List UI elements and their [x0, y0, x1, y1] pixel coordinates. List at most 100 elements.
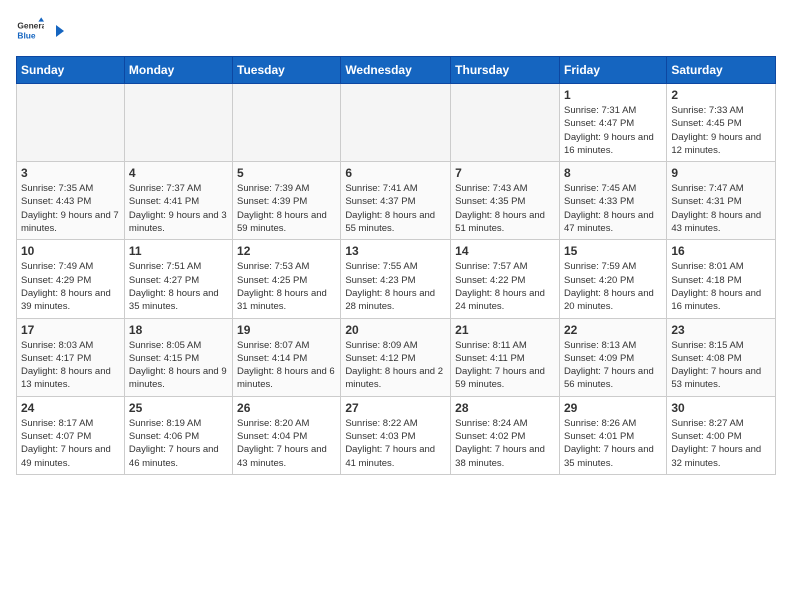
day-number: 19 — [237, 323, 336, 337]
day-number: 27 — [345, 401, 446, 415]
day-number: 5 — [237, 166, 336, 180]
day-number: 16 — [671, 244, 771, 258]
day-number: 9 — [671, 166, 771, 180]
day-info: Sunrise: 8:15 AM Sunset: 4:08 PM Dayligh… — [671, 339, 771, 392]
calendar-week-row: 3 Sunrise: 7:35 AM Sunset: 4:43 PM Daylig… — [17, 162, 776, 240]
day-info: Sunrise: 7:31 AM Sunset: 4:47 PM Dayligh… — [564, 104, 662, 157]
day-info: Sunrise: 8:26 AM Sunset: 4:01 PM Dayligh… — [564, 417, 662, 470]
weekday-header: Tuesday — [233, 57, 341, 84]
calendar-cell: 6Sunrise: 7:41 AM Sunset: 4:37 PM Daylig… — [341, 162, 451, 240]
day-number: 3 — [21, 166, 120, 180]
weekday-header: Wednesday — [341, 57, 451, 84]
day-number: 2 — [671, 88, 771, 102]
day-info: Sunrise: 7:51 AM Sunset: 4:27 PM Dayligh… — [129, 260, 228, 313]
day-info: Sunrise: 8:07 AM Sunset: 4:14 PM Dayligh… — [237, 339, 336, 392]
calendar-cell: 19 Sunrise: 8:07 AM Sunset: 4:14 PM Dayli… — [233, 318, 341, 396]
day-info: Sunrise: 8:01 AM Sunset: 4:18 PM Dayligh… — [671, 260, 771, 313]
calendar-cell: 24 Sunrise: 8:17 AM Sunset: 4:07 PM Dayli… — [17, 396, 125, 474]
day-info: Sunrise: 7:59 AM Sunset: 4:20 PM Dayligh… — [564, 260, 662, 313]
weekday-header: Friday — [559, 57, 666, 84]
day-number: 24 — [21, 401, 120, 415]
day-info: Sunrise: 7:47 AM Sunset: 4:31 PM Dayligh… — [671, 182, 771, 235]
header: General Blue — [16, 16, 776, 44]
day-info: Sunrise: 8:24 AM Sunset: 4:02 PM Dayligh… — [455, 417, 555, 470]
day-info: Sunrise: 8:20 AM Sunset: 4:04 PM Dayligh… — [237, 417, 336, 470]
day-number: 12 — [237, 244, 336, 258]
calendar-cell: 29 Sunrise: 8:26 AM Sunset: 4:01 PM Dayli… — [559, 396, 666, 474]
weekday-header: Saturday — [667, 57, 776, 84]
weekday-header: Monday — [124, 57, 232, 84]
day-number: 28 — [455, 401, 555, 415]
calendar-cell: 22 Sunrise: 8:13 AM Sunset: 4:09 PM Dayli… — [559, 318, 666, 396]
day-number: 8 — [564, 166, 662, 180]
day-info: Sunrise: 8:13 AM Sunset: 4:09 PM Dayligh… — [564, 339, 662, 392]
calendar-cell: 10 Sunrise: 7:49 AM Sunset: 4:29 PM Dayli… — [17, 240, 125, 318]
calendar-cell: 18Sunrise: 8:05 AM Sunset: 4:15 PM Dayli… — [124, 318, 232, 396]
day-number: 18 — [129, 323, 228, 337]
calendar-cell: 3 Sunrise: 7:35 AM Sunset: 4:43 PM Daylig… — [17, 162, 125, 240]
day-number: 20 — [345, 323, 446, 337]
day-info: Sunrise: 7:53 AM Sunset: 4:25 PM Dayligh… — [237, 260, 336, 313]
logo-icon: General Blue — [16, 16, 44, 44]
day-info: Sunrise: 8:27 AM Sunset: 4:00 PM Dayligh… — [671, 417, 771, 470]
svg-text:Blue: Blue — [17, 30, 35, 40]
calendar-cell: 4 Sunrise: 7:37 AM Sunset: 4:41 PM Daylig… — [124, 162, 232, 240]
day-number: 23 — [671, 323, 771, 337]
logo: General Blue — [16, 16, 64, 44]
day-info: Sunrise: 8:17 AM Sunset: 4:07 PM Dayligh… — [21, 417, 120, 470]
day-number: 21 — [455, 323, 555, 337]
day-info: Sunrise: 7:39 AM Sunset: 4:39 PM Dayligh… — [237, 182, 336, 235]
day-info: Sunrise: 7:57 AM Sunset: 4:22 PM Dayligh… — [455, 260, 555, 313]
svg-text:General: General — [17, 21, 44, 31]
calendar-cell: 27Sunrise: 8:22 AM Sunset: 4:03 PM Dayli… — [341, 396, 451, 474]
day-number: 17 — [21, 323, 120, 337]
calendar: SundayMondayTuesdayWednesdayThursdayFrid… — [16, 56, 776, 475]
calendar-cell — [124, 84, 232, 162]
day-info: Sunrise: 8:09 AM Sunset: 4:12 PM Dayligh… — [345, 339, 446, 392]
calendar-cell: 26 Sunrise: 8:20 AM Sunset: 4:04 PM Dayli… — [233, 396, 341, 474]
day-info: Sunrise: 7:55 AM Sunset: 4:23 PM Dayligh… — [345, 260, 446, 313]
calendar-cell — [233, 84, 341, 162]
day-info: Sunrise: 7:35 AM Sunset: 4:43 PM Dayligh… — [21, 182, 120, 235]
calendar-cell: 30 Sunrise: 8:27 AM Sunset: 4:00 PM Dayli… — [667, 396, 776, 474]
day-number: 10 — [21, 244, 120, 258]
calendar-cell: 13Sunrise: 7:55 AM Sunset: 4:23 PM Dayli… — [341, 240, 451, 318]
weekday-header: Sunday — [17, 57, 125, 84]
calendar-cell: 9 Sunrise: 7:47 AM Sunset: 4:31 PM Daylig… — [667, 162, 776, 240]
calendar-cell — [341, 84, 451, 162]
calendar-week-row: 24 Sunrise: 8:17 AM Sunset: 4:07 PM Dayli… — [17, 396, 776, 474]
day-number: 30 — [671, 401, 771, 415]
day-number: 4 — [129, 166, 228, 180]
day-number: 26 — [237, 401, 336, 415]
calendar-cell: 8 Sunrise: 7:45 AM Sunset: 4:33 PM Daylig… — [559, 162, 666, 240]
calendar-cell: 23 Sunrise: 8:15 AM Sunset: 4:08 PM Dayli… — [667, 318, 776, 396]
calendar-header-row: SundayMondayTuesdayWednesdayThursdayFrid… — [17, 57, 776, 84]
day-info: Sunrise: 8:19 AM Sunset: 4:06 PM Dayligh… — [129, 417, 228, 470]
calendar-cell: 1 Sunrise: 7:31 AM Sunset: 4:47 PM Daylig… — [559, 84, 666, 162]
calendar-cell: 2 Sunrise: 7:33 AM Sunset: 4:45 PM Daylig… — [667, 84, 776, 162]
calendar-cell — [17, 84, 125, 162]
day-number: 1 — [564, 88, 662, 102]
day-info: Sunrise: 8:11 AM Sunset: 4:11 PM Dayligh… — [455, 339, 555, 392]
calendar-cell: 25Sunrise: 8:19 AM Sunset: 4:06 PM Dayli… — [124, 396, 232, 474]
calendar-cell: 5 Sunrise: 7:39 AM Sunset: 4:39 PM Daylig… — [233, 162, 341, 240]
day-info: Sunrise: 7:49 AM Sunset: 4:29 PM Dayligh… — [21, 260, 120, 313]
day-info: Sunrise: 7:33 AM Sunset: 4:45 PM Dayligh… — [671, 104, 771, 157]
day-number: 29 — [564, 401, 662, 415]
day-info: Sunrise: 7:45 AM Sunset: 4:33 PM Dayligh… — [564, 182, 662, 235]
day-number: 11 — [129, 244, 228, 258]
day-number: 14 — [455, 244, 555, 258]
calendar-cell: 17Sunrise: 8:03 AM Sunset: 4:17 PM Dayli… — [17, 318, 125, 396]
calendar-cell: 20 Sunrise: 8:09 AM Sunset: 4:12 PM Dayli… — [341, 318, 451, 396]
day-info: Sunrise: 7:37 AM Sunset: 4:41 PM Dayligh… — [129, 182, 228, 235]
calendar-cell: 14 Sunrise: 7:57 AM Sunset: 4:22 PM Dayli… — [451, 240, 560, 318]
calendar-cell — [451, 84, 560, 162]
day-number: 15 — [564, 244, 662, 258]
calendar-week-row: 1 Sunrise: 7:31 AM Sunset: 4:47 PM Daylig… — [17, 84, 776, 162]
weekday-header: Thursday — [451, 57, 560, 84]
calendar-cell: 16 Sunrise: 8:01 AM Sunset: 4:18 PM Dayli… — [667, 240, 776, 318]
calendar-cell: 21 Sunrise: 8:11 AM Sunset: 4:11 PM Dayli… — [451, 318, 560, 396]
day-number: 22 — [564, 323, 662, 337]
calendar-cell: 7Sunrise: 7:43 AM Sunset: 4:35 PM Daylig… — [451, 162, 560, 240]
calendar-cell: 11 Sunrise: 7:51 AM Sunset: 4:27 PM Dayli… — [124, 240, 232, 318]
